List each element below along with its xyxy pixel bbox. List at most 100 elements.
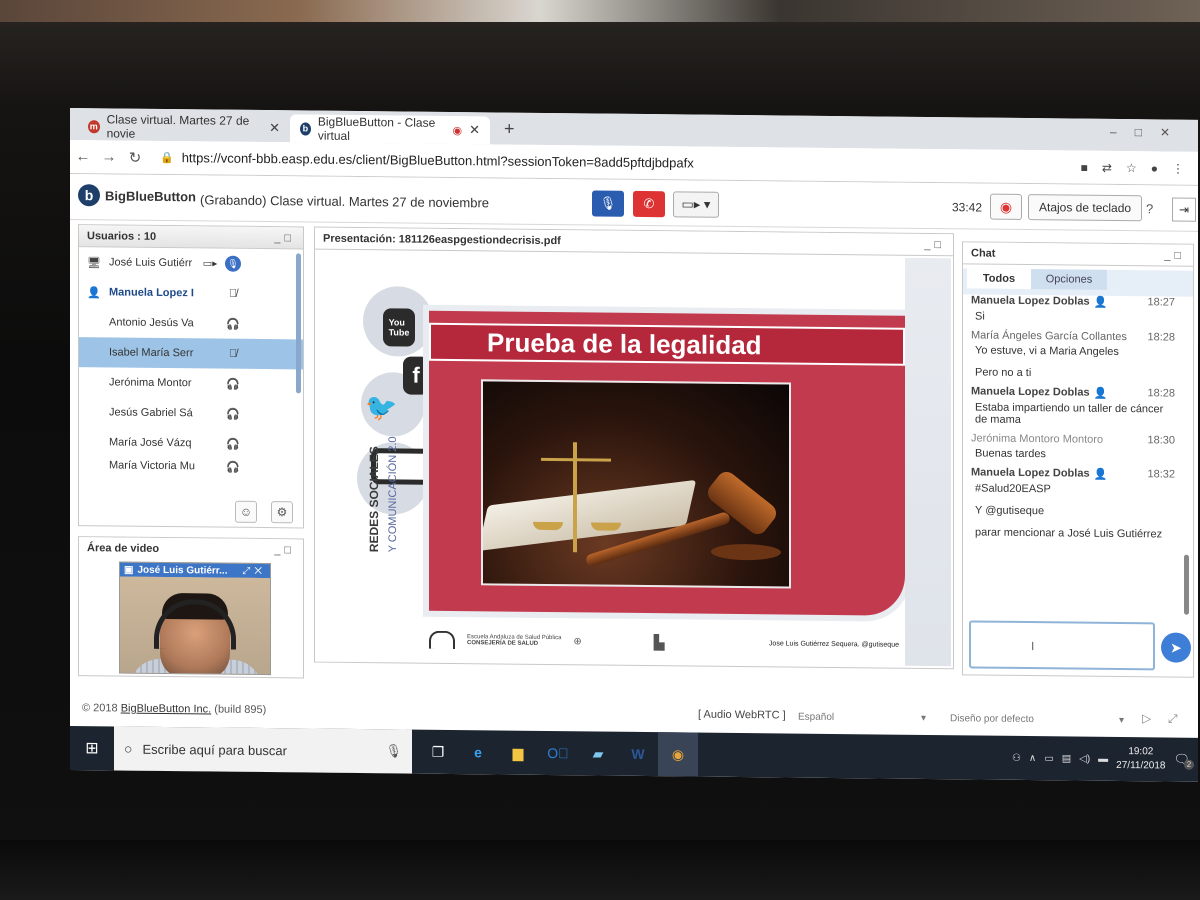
url-field[interactable]: 🔒 https://vconf-bbb.easp.edu.es/client/B… <box>160 145 880 177</box>
microphone-icon[interactable]: 🎙 <box>385 743 412 759</box>
chevron-up-icon[interactable]: ∧ <box>1029 753 1036 764</box>
window-controls[interactable]: –□✕ <box>1110 125 1188 140</box>
outlook-icon[interactable]: O⃞ <box>538 731 578 775</box>
task-view-icon[interactable]: ❐ <box>418 730 458 774</box>
notifications-icon[interactable]: 🗨 2 <box>1173 752 1194 770</box>
panel-controls[interactable]: _□ <box>274 232 295 244</box>
camera-indicator-icon[interactable]: ■ <box>1081 160 1088 174</box>
panel-controls[interactable]: _□ <box>1164 249 1185 261</box>
store-icon[interactable]: ▰ <box>578 731 618 775</box>
users-scrollbar[interactable] <box>296 253 301 394</box>
footer-org2: CONSEJERÍA DE SALUD <box>467 640 539 647</box>
record-button[interactable]: ◉ <box>990 193 1022 220</box>
taskbar-search[interactable]: ○ Escribe aquí para buscar 🎙 <box>114 726 412 774</box>
close-icon[interactable]: ✕ <box>469 122 480 138</box>
headphones-icon: 🎧 <box>226 408 240 421</box>
word-icon[interactable]: W <box>618 732 658 776</box>
headphones-icon: 🎧 <box>226 318 240 331</box>
notification-count: 2 <box>1184 759 1194 770</box>
webcam-titlebar: ▣ José Luis Gutiérr... ⤢✕ <box>120 562 270 579</box>
chevron-down-icon: ▾ <box>920 712 926 724</box>
user-row[interactable]: Isabel María Serr 🎙̸ <box>79 337 303 370</box>
forward-icon[interactable]: → <box>96 148 122 165</box>
layout-value: Diseño por defecto <box>950 712 1034 725</box>
send-button[interactable]: ➤ <box>1161 632 1191 663</box>
user-icon: 👤 <box>1093 387 1108 400</box>
taskbar-clock[interactable]: 19:02 27/11/2018 <box>1116 745 1165 774</box>
chat-time: 18:32 <box>1147 468 1175 481</box>
microphone-muted-icon[interactable]: 🎙̸ <box>221 348 245 360</box>
chat-time: 18:28 <box>1147 331 1175 344</box>
webcam-button[interactable]: ▭▸ ▾ <box>673 191 719 218</box>
help-icon[interactable]: ? <box>1146 201 1153 216</box>
translate-icon[interactable]: ⇄ <box>1102 160 1112 174</box>
settings-gear-icon[interactable]: ⚙ <box>271 501 293 524</box>
windows-start-icon[interactable]: ⊞ <box>70 726 114 770</box>
presentation-slide[interactable]: You Tube f 🐦 REDES SOCIALES Y COMUNICACIÓ… <box>317 251 951 667</box>
close-icon[interactable]: ✕ <box>269 120 280 136</box>
user-row[interactable]: Jesús Gabriel Sá 🎧 <box>79 397 303 429</box>
user-row[interactable]: Antonio Jesús Va 🎧 <box>79 307 303 339</box>
keyboard-icon[interactable]: ▬ <box>1098 753 1108 764</box>
cortana-icon: ○ <box>124 740 133 757</box>
reload-icon[interactable]: ↻ <box>122 148 148 166</box>
shortcuts-button[interactable]: Atajos de teclado <box>1028 194 1143 222</box>
back-icon[interactable]: ← <box>70 148 96 165</box>
user-row[interactable]: Jerónima Montor 🎧 <box>79 367 303 399</box>
language-select[interactable]: Español ▾ <box>790 708 930 727</box>
apply-layout-icon[interactable]: ▷ <box>1142 711 1151 725</box>
mute-button[interactable]: 🎙 <box>592 190 624 217</box>
users-panel-footer: ☺ ⚙ <box>79 491 303 527</box>
webcam-menu-icon[interactable]: ▣ <box>124 564 133 575</box>
chat-text: parar mencionar a José Luis Gutiérrez <box>975 526 1163 541</box>
volume-icon[interactable]: ◁) <box>1079 753 1090 764</box>
session-timer: 33:42 <box>952 200 983 215</box>
headphones-icon: 🎧 <box>226 438 240 451</box>
phone-icon: ✆ <box>643 196 655 212</box>
chat-tab-options[interactable]: Opciones <box>1031 269 1107 290</box>
bbb-link[interactable]: BigBlueButton Inc. <box>121 703 212 716</box>
tab-clase-virtual[interactable]: m Clase virtual. Martes 27 de novie ✕ <box>78 112 290 142</box>
menu-icon[interactable]: ⋮ <box>1172 161 1184 175</box>
star-icon[interactable]: ☆ <box>1126 161 1137 175</box>
logout-icon[interactable]: ⇥ <box>1172 197 1196 222</box>
user-icon: 👤 <box>1093 296 1108 309</box>
user-row[interactable]: 🖥 José Luis Gutiérr ▭▸ 🎙 <box>79 247 303 279</box>
panel-controls[interactable]: _□ <box>274 544 295 556</box>
chat-panel-header: Chat _□ <box>963 242 1193 267</box>
presenter-icon: 🖥 <box>87 256 101 269</box>
fullscreen-icon[interactable]: ⤢ <box>1168 711 1178 726</box>
chrome-icon[interactable]: ◉ <box>658 732 698 777</box>
microphone-off-icon: 🎙 <box>599 195 617 211</box>
slide-vertical-subtext: Y COMUNICACIÓN 2.0 <box>387 436 399 553</box>
search-placeholder: Escribe aquí para buscar <box>142 741 287 758</box>
panel-controls[interactable]: _□ <box>924 238 945 250</box>
chat-message-input[interactable]: I <box>969 620 1155 671</box>
chat-tab-all[interactable]: Todos <box>967 268 1031 290</box>
tab-bigbluebutton[interactable]: b BigBlueButton - Clase virtual ◉ ✕ <box>290 114 490 145</box>
file-explorer-icon[interactable]: ▆ <box>498 730 538 774</box>
webcam-controls[interactable]: ⤢✕ <box>242 565 266 576</box>
user-row[interactable]: 👤 Manuela Lopez I 🎙̸ <box>79 277 303 309</box>
microphone-active-icon[interactable]: 🎙 <box>225 255 241 272</box>
new-tab-button[interactable]: + <box>504 119 515 140</box>
chat-title: Chat <box>971 246 996 260</box>
network-icon[interactable]: ▤ <box>1062 753 1071 764</box>
profile-icon[interactable]: ● <box>1151 161 1158 175</box>
slide-footer: Escuela Andaluza de Salud Pública CONSEJ… <box>429 625 949 660</box>
webcam-window[interactable]: ▣ José Luis Gutiérr... ⤢✕ <box>119 561 271 676</box>
edge-icon[interactable]: e <box>458 730 498 774</box>
layout-select[interactable]: Diseño por defecto ▾ <box>942 709 1128 729</box>
hangup-button[interactable]: ✆ <box>633 190 665 218</box>
emoji-status-icon[interactable]: ☺ <box>235 500 257 523</box>
user-row[interactable]: María Victoria Mu 🎧 <box>79 457 303 475</box>
twitter-icon: 🐦 <box>365 392 398 423</box>
chat-sender: Jerónima Montoro Montoro <box>971 432 1104 446</box>
chat-scrollbar[interactable] <box>1184 554 1189 615</box>
people-icon[interactable]: ⚇ <box>1012 752 1021 763</box>
microphone-muted-icon[interactable]: 🎙̸ <box>221 288 245 300</box>
users-panel-header: Usuarios : 10 _□ <box>79 225 303 250</box>
chat-text: Yo estuve, vi a Maria Angeles <box>975 344 1119 358</box>
user-row[interactable]: María José Vázq 🎧 <box>79 427 303 459</box>
battery-icon[interactable]: ▭ <box>1044 753 1053 764</box>
